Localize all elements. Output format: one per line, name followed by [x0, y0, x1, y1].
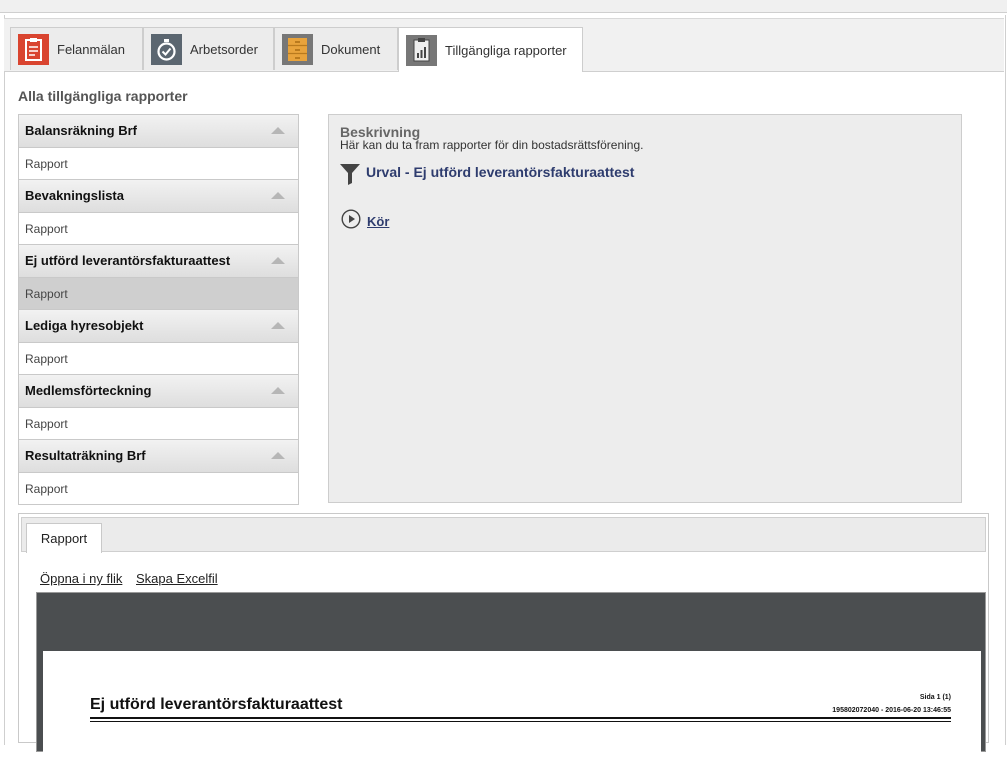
report-group-title: Lediga hyresobjekt: [25, 318, 144, 333]
tab-dokument[interactable]: Dokument: [274, 27, 398, 70]
report-page-stamp: 195802072040 - 2016-06-20 13:46:55: [832, 707, 951, 714]
stopwatch-icon: [151, 33, 182, 65]
divider: [90, 721, 951, 722]
play-circle-icon[interactable]: [341, 209, 361, 234]
description-panel: Beskrivning Här kan du ta fram rapporter…: [328, 114, 962, 503]
report-group-title: Balansräkning Brf: [25, 123, 137, 138]
report-group-header[interactable]: Bevakningslista: [19, 180, 298, 213]
report-page: Ej utförd leverantörsfakturaattest Sida …: [43, 651, 981, 761]
report-item[interactable]: Rapport: [19, 148, 298, 180]
filter-label[interactable]: Urval - Ej utförd leverantörsfakturaatte…: [366, 164, 634, 180]
report-item-label: Rapport: [25, 482, 68, 496]
tab-arbetsorder[interactable]: Arbetsorder: [143, 27, 274, 70]
tab-tillgangliga-rapporter[interactable]: Tillgängliga rapporter: [398, 27, 583, 72]
report-page-number: Sida 1 (1): [919, 694, 951, 701]
report-group-header[interactable]: Balansräkning Brf: [19, 115, 298, 148]
tab-label: Tillgängliga rapporter: [445, 42, 567, 58]
create-excel-link[interactable]: Skapa Excelfil: [136, 571, 218, 586]
collapse-arrow-icon[interactable]: [271, 452, 285, 459]
report-panel: Rapport Öppna i ny flik Skapa Excelfil E…: [18, 513, 989, 761]
module-tab-bar: Felanmälan Arbetsorder Dokument Tillgäng…: [4, 18, 1004, 72]
open-in-new-tab-link[interactable]: Öppna i ny flik: [40, 571, 122, 586]
report-group-title: Bevakningslista: [25, 188, 124, 203]
tab-label: Dokument: [321, 41, 381, 57]
report-list: Balansräkning Brf Rapport Bevakningslist…: [18, 114, 299, 505]
report-item[interactable]: Rapport: [19, 473, 298, 505]
tab-rapport[interactable]: Rapport: [26, 523, 102, 553]
report-item-label: Rapport: [25, 352, 68, 366]
report-item[interactable]: Rapport: [19, 213, 298, 245]
report-viewer[interactable]: Ej utförd leverantörsfakturaattest Sida …: [36, 592, 986, 761]
report-group-title: Ej utförd leverantörsfakturaattest: [25, 253, 231, 268]
collapse-arrow-icon[interactable]: [271, 192, 285, 199]
report-group-title: Resultaträkning Brf: [25, 448, 146, 463]
collapse-arrow-icon[interactable]: [271, 257, 285, 264]
tab-label: Arbetsorder: [190, 41, 258, 57]
report-item[interactable]: Rapport: [19, 343, 298, 375]
top-bar: [0, 0, 1007, 13]
section-title: Alla tillgängliga rapporter: [18, 88, 188, 104]
description-text: Här kan du ta fram rapporter för din bos…: [340, 138, 644, 152]
report-group-header[interactable]: Medlemsförteckning: [19, 375, 298, 408]
report-chart-icon: [406, 34, 437, 66]
report-item-selected[interactable]: Rapport: [19, 278, 298, 310]
tab-felanmalan[interactable]: Felanmälan: [10, 27, 143, 70]
report-item[interactable]: Rapport: [19, 408, 298, 440]
report-item-label: Rapport: [25, 417, 68, 431]
report-group-header[interactable]: Lediga hyresobjekt: [19, 310, 298, 343]
collapse-arrow-icon[interactable]: [271, 127, 285, 134]
report-links: Öppna i ny flik Skapa Excelfil: [40, 571, 228, 586]
filter-funnel-icon: [340, 163, 360, 190]
report-group-title: Medlemsförteckning: [25, 383, 152, 398]
filter-row[interactable]: Urval - Ej utförd leverantörsfakturaatte…: [340, 163, 634, 190]
collapse-arrow-icon[interactable]: [271, 387, 285, 394]
file-cabinet-icon: [282, 33, 313, 65]
report-group-header[interactable]: Ej utförd leverantörsfakturaattest: [19, 245, 298, 278]
run-row[interactable]: Kör: [341, 209, 389, 234]
divider: [90, 717, 951, 719]
report-tab-bar: Rapport: [21, 517, 986, 553]
report-page-title: Ej utförd leverantörsfakturaattest: [90, 696, 343, 713]
collapse-arrow-icon[interactable]: [271, 322, 285, 329]
report-item-label: Rapport: [25, 287, 68, 301]
run-report-link[interactable]: Kör: [367, 214, 389, 229]
report-item-label: Rapport: [25, 222, 68, 236]
report-item-label: Rapport: [25, 157, 68, 171]
clipboard-icon: [18, 33, 49, 65]
report-group-header[interactable]: Resultaträkning Brf: [19, 440, 298, 473]
tab-label: Felanmälan: [57, 41, 125, 57]
